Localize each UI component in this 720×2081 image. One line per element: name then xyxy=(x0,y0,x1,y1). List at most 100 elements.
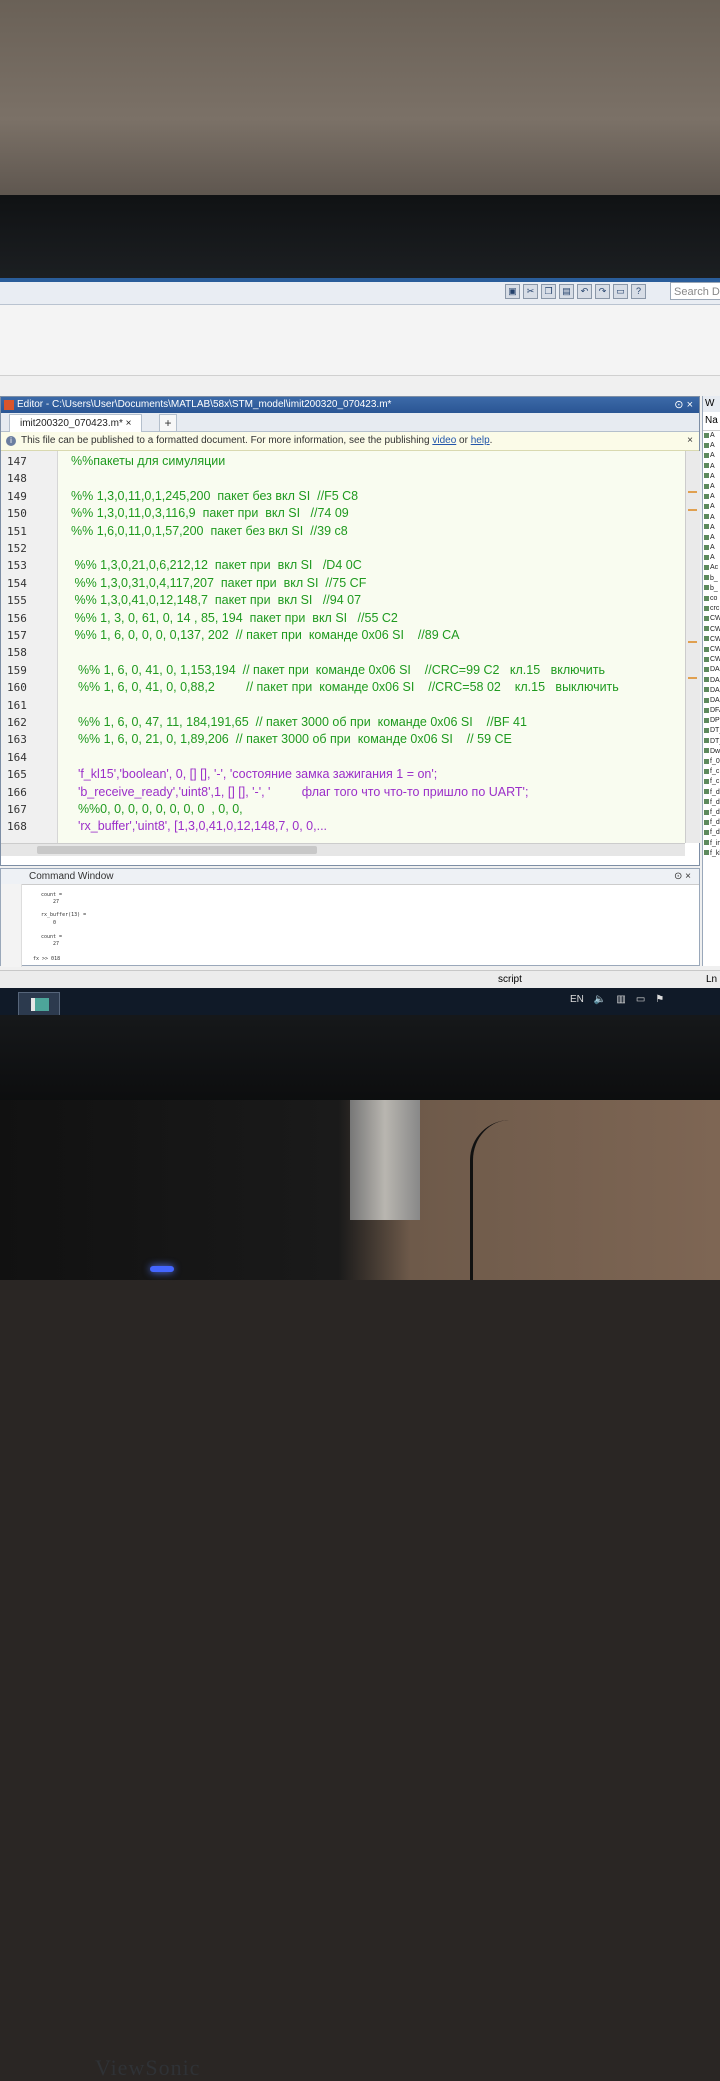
workspace-variable[interactable]: f_c xyxy=(703,777,720,787)
code-line[interactable]: 163 %% 1, 6, 0, 21, 0, 1,89,206 // пакет… xyxy=(1,731,685,748)
workspace-variable[interactable]: f_im xyxy=(703,839,720,849)
video-link[interactable]: video xyxy=(432,435,456,446)
workspace-variable[interactable]: f_d xyxy=(703,808,720,818)
code-text[interactable]: %% 1,3,0,11,0,3,116,9 пакет при вкл SI /… xyxy=(71,505,349,522)
search-documentation-input[interactable]: Search D xyxy=(670,282,720,300)
code-line[interactable]: 167 %%0, 0, 0, 0, 0, 0, 0, 0 , 0, 0, xyxy=(1,801,685,818)
code-line[interactable]: 147 %%пакеты для симуляции xyxy=(1,453,685,470)
redo-icon[interactable]: ↷ xyxy=(595,284,610,299)
code-line[interactable]: 165 'f_kl15','boolean', 0, [] [], '-', '… xyxy=(1,766,685,783)
code-line[interactable]: 168 'rx_buffer','uint8', [1,3,0,41,0,12,… xyxy=(1,818,685,835)
workspace-variable[interactable]: A xyxy=(703,482,720,492)
code-line[interactable]: 152 xyxy=(1,540,685,557)
code-text[interactable]: %%0, 0, 0, 0, 0, 0, 0, 0 , 0, 0, xyxy=(71,801,243,818)
code-text[interactable]: %% 1,3,0,21,0,6,212,12 пакет при вкл SI … xyxy=(71,557,361,574)
command-window-controls-icon[interactable]: ⊙ × xyxy=(674,869,691,884)
workspace-variable[interactable]: A xyxy=(703,451,720,461)
workspace-variable[interactable]: DA xyxy=(703,665,720,675)
code-line[interactable]: 156 %% 1, 3, 0, 61, 0, 14 , 85, 194 паке… xyxy=(1,610,685,627)
save-icon[interactable]: ▣ xyxy=(505,284,520,299)
code-text[interactable]: %% 1,3,0,41,0,12,148,7 пакет при вкл SI … xyxy=(71,592,361,609)
warning-marker[interactable] xyxy=(688,677,697,679)
code-line[interactable]: 161 xyxy=(1,697,685,714)
speaker-icon[interactable]: 🔈 xyxy=(594,994,606,1005)
workspace-variable[interactable]: DA xyxy=(703,686,720,696)
scrollbar-thumb[interactable] xyxy=(37,846,317,854)
workspace-variable[interactable]: DA xyxy=(703,676,720,686)
code-line[interactable]: 164 xyxy=(1,749,685,766)
code-text[interactable]: %%пакеты для симуляции xyxy=(71,453,225,470)
workspace-variable[interactable]: CW xyxy=(703,635,720,645)
code-text[interactable]: 'b_receive_ready','uint8',1, [] [], '-',… xyxy=(71,784,528,801)
paste-icon[interactable]: ▤ xyxy=(559,284,574,299)
warning-marker[interactable] xyxy=(688,641,697,643)
code-area[interactable]: 147 %%пакеты для симуляции 148 149 %% 1,3,0,… xyxy=(1,451,685,843)
code-text[interactable]: %% 1,6,0,11,0,1,57,200 пакет без вкл SI … xyxy=(71,523,348,540)
workspace-variable[interactable]: f_d xyxy=(703,828,720,838)
workspace-variable[interactable]: A xyxy=(703,441,720,451)
workspace-variable[interactable]: DPK xyxy=(703,716,720,726)
warning-marker[interactable] xyxy=(688,509,697,511)
workspace-variable[interactable]: A xyxy=(703,543,720,553)
code-text[interactable]: %% 1, 6, 0, 41, 0, 0,88,2 // пакет при к… xyxy=(71,679,619,696)
cut-icon[interactable]: ✂ xyxy=(523,284,538,299)
help-link[interactable]: help xyxy=(471,435,490,446)
undo-icon[interactable]: ↶ xyxy=(577,284,592,299)
workspace-variable[interactable]: A xyxy=(703,533,720,543)
workspace-variable[interactable]: CW xyxy=(703,614,720,624)
code-line[interactable]: 150 %% 1,3,0,11,0,3,116,9 пакет при вкл S… xyxy=(1,505,685,522)
code-text[interactable]: %% 1,3,0,31,0,4,117,207 пакет при вкл SI… xyxy=(71,575,366,592)
close-info-icon[interactable]: × xyxy=(687,432,693,450)
code-text[interactable]: %% 1,3,0,11,0,1,245,200 пакет без вкл SI… xyxy=(71,488,358,505)
code-text[interactable]: %% 1, 3, 0, 61, 0, 14 , 85, 194 пакет пр… xyxy=(71,610,397,627)
code-line[interactable]: 159 %% 1, 6, 0, 41, 0, 1,153,194 // паке… xyxy=(1,662,685,679)
help-icon[interactable]: ? xyxy=(631,284,646,299)
workspace-variable[interactable]: b_ xyxy=(703,584,720,594)
code-line[interactable]: 148 xyxy=(1,470,685,487)
workspace-variable[interactable]: A xyxy=(703,523,720,533)
code-line[interactable]: 166 'b_receive_ready','uint8',1, [] [], … xyxy=(1,784,685,801)
copy-icon[interactable]: ❐ xyxy=(541,284,556,299)
code-text[interactable]: 'rx_buffer','uint8', [1,3,0,41,0,12,148,… xyxy=(71,818,327,835)
code-text[interactable]: 'f_kl15','boolean', 0, [] [], '-', 'сост… xyxy=(71,766,437,783)
workspace-name-header[interactable]: Na xyxy=(703,412,720,431)
workspace-variable[interactable]: DT_ xyxy=(703,737,720,747)
workspace-variable[interactable]: co xyxy=(703,594,720,604)
workspace-variable[interactable]: Dwk xyxy=(703,747,720,757)
workspace-variable[interactable]: f_0 xyxy=(703,757,720,767)
workspace-variable[interactable]: A xyxy=(703,513,720,523)
horizontal-scrollbar[interactable] xyxy=(1,843,685,856)
workspace-variable[interactable]: f_d xyxy=(703,818,720,828)
language-indicator[interactable]: EN xyxy=(570,994,584,1005)
workspace-variable[interactable]: A xyxy=(703,492,720,502)
tab-imit200320[interactable]: imit200320_070423.m* × xyxy=(9,414,143,432)
workspace-variable[interactable]: CW xyxy=(703,645,720,655)
code-line[interactable]: 157 %% 1, 6, 0, 0, 0, 0,137, 202 // паке… xyxy=(1,627,685,644)
code-text[interactable]: %% 1, 6, 0, 21, 0, 1,89,206 // пакет 300… xyxy=(71,731,512,748)
switch-windows-icon[interactable]: ▭ xyxy=(613,284,628,299)
workspace-variable[interactable]: b_ xyxy=(703,574,720,584)
new-tab-button[interactable]: + xyxy=(159,414,177,432)
workspace-variable[interactable]: CW xyxy=(703,625,720,635)
warning-marker[interactable] xyxy=(688,491,697,493)
workspace-variable[interactable]: Ac xyxy=(703,563,720,573)
code-text[interactable]: %% 1, 6, 0, 47, 11, 184,191,65 // пакет … xyxy=(71,714,527,731)
code-line[interactable]: 153 %% 1,3,0,21,0,6,212,12 пакет при вкл… xyxy=(1,557,685,574)
code-text[interactable]: %% 1, 6, 0, 41, 0, 1,153,194 // пакет пр… xyxy=(71,662,605,679)
workspace-variable[interactable]: f_kl xyxy=(703,849,720,859)
workspace-variable[interactable]: f_d xyxy=(703,788,720,798)
workspace-variable[interactable]: DFA xyxy=(703,706,720,716)
code-line[interactable]: 158 xyxy=(1,644,685,661)
workspace-variable[interactable]: A xyxy=(703,553,720,563)
workspace-variable[interactable]: crc xyxy=(703,604,720,614)
command-prompt[interactable]: fx >> 018 xyxy=(33,956,60,962)
code-line[interactable]: 155 %% 1,3,0,41,0,12,148,7 пакет при вкл… xyxy=(1,592,685,609)
code-line[interactable]: 160 %% 1, 6, 0, 41, 0, 0,88,2 // пакет п… xyxy=(1,679,685,696)
battery-icon[interactable]: ▭ xyxy=(636,994,645,1005)
workspace-variable[interactable]: f_d xyxy=(703,798,720,808)
workspace-variable[interactable]: DT_ xyxy=(703,726,720,736)
workspace-variable[interactable]: DA xyxy=(703,696,720,706)
workspace-variable[interactable]: f_c xyxy=(703,767,720,777)
code-text[interactable]: %% 1, 6, 0, 0, 0, 0,137, 202 // пакет пр… xyxy=(71,627,459,644)
workspace-variable[interactable]: CW xyxy=(703,655,720,665)
